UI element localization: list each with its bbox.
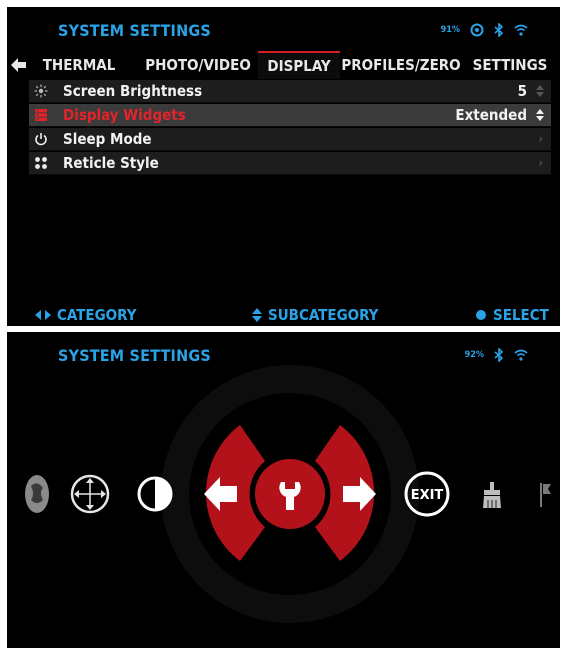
exit-label: EXIT [411,488,444,503]
power-icon [35,133,47,146]
tab-settings[interactable]: SETTINGS [469,51,551,77]
dot-icon [476,310,486,320]
left-right-arrows-icon [35,310,51,320]
footer-subcategory-label: SUBCATEGORY [268,306,379,324]
footer-category-label: CATEGORY [57,306,137,324]
row-value: Extended [455,106,527,124]
tab-display[interactable]: DISPLAY [258,51,340,79]
flag-icon[interactable] [540,483,551,507]
wifi-icon [514,24,528,36]
row-display-widgets[interactable]: Display Widgets Extended [29,104,551,127]
row-label: Screen Brightness [63,82,203,100]
up-down-arrows-icon [252,308,262,322]
footer-select-label: SELECT [493,306,549,324]
row-label: Display Widgets [63,106,186,124]
updown-icon [536,109,544,121]
chevron-right-icon: › [538,156,543,170]
status-bar: 91% [441,23,528,37]
exit-icon[interactable]: EXIT [404,471,450,517]
settings-center-button[interactable] [255,459,325,529]
row-screen-brightness[interactable]: Screen Brightness 5 [29,80,551,103]
footer-subcategory: SUBCATEGORY [252,306,378,324]
row-label: Sleep Mode [63,130,152,148]
contrast-icon[interactable] [137,476,173,512]
row-sleep-mode[interactable]: Sleep Mode › [29,128,551,151]
back-arrow-icon[interactable] [11,58,27,72]
battery-percent: 91% [440,25,460,35]
updown-icon [536,85,544,97]
chevron-right-icon: › [538,132,543,146]
category-tabs: THERMAL PHOTO/VIDEO DISPLAY PROFILES/ZER… [29,51,559,79]
footer-category: CATEGORY [35,306,137,324]
radial-menu: EXIT [25,365,551,623]
tab-profiles-zero[interactable]: PROFILES/ZERO [340,51,462,77]
row-label: Reticle Style [63,154,159,172]
screen-title: SYSTEM SETTINGS [58,21,211,40]
reticle-dots-icon [35,157,47,169]
row-value: 5 [517,82,527,100]
brush-icon[interactable] [483,482,501,508]
widgets-icon [35,109,47,121]
tab-thermal[interactable]: THERMAL [37,51,121,77]
footer-select: SELECT [475,306,549,324]
brightness-icon [34,84,48,98]
row-reticle-style[interactable]: Reticle Style › [29,152,551,175]
palette-icon[interactable] [25,475,49,513]
settings-menu-screen: SYSTEM SETTINGS 91% THERMAL PHOTO/VIDEO … [7,7,560,326]
bluetooth-icon [494,23,504,37]
compass-icon [470,23,484,37]
tab-photo-video[interactable]: PHOTO/VIDEO [145,51,251,77]
crosshair-move-icon[interactable] [70,474,110,514]
quick-menu-screen: SYSTEM SETTINGS 92% EXIT [7,332,560,648]
